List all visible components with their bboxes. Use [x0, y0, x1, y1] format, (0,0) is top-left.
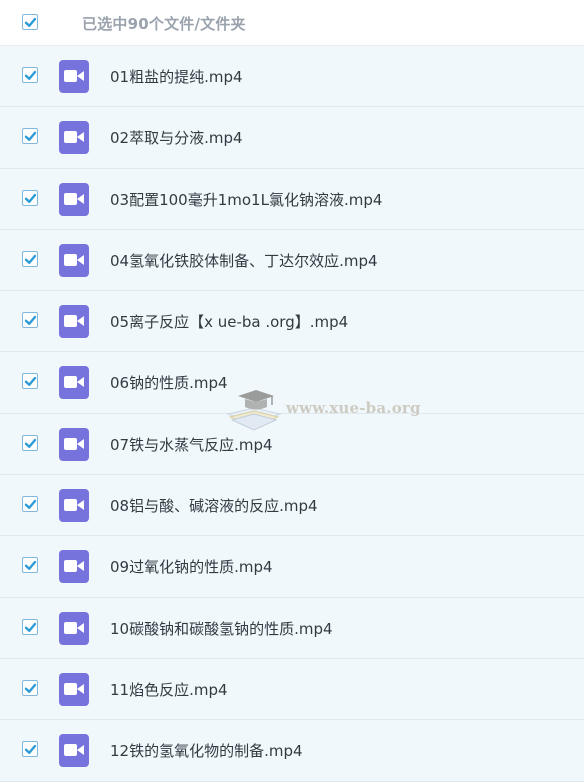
file-name[interactable]: 11焰色反应.mp4	[110, 679, 228, 700]
file-name[interactable]: 12铁的氢氧化物的制备.mp4	[110, 740, 303, 761]
video-file-icon	[59, 182, 89, 216]
file-checkbox[interactable]	[22, 67, 38, 83]
file-checkbox[interactable]	[22, 312, 38, 329]
file-name[interactable]: 03配置100毫升1mo1L氯化钠溶液.mp4	[110, 189, 382, 210]
file-checkbox[interactable]	[22, 557, 38, 574]
checkmark-icon	[24, 315, 37, 326]
file-row[interactable]: 11焰色反应.mp4	[0, 658, 584, 721]
file-name[interactable]: 09过氧化钠的性质.mp4	[110, 556, 273, 577]
file-row[interactable]: 03配置100毫升1mo1L氯化钠溶液.mp4	[0, 168, 584, 230]
checkmark-icon	[24, 561, 37, 571]
graduation-cap-book-icon	[226, 390, 282, 431]
file-row[interactable]: 05离子反应【x ue-ba .org】.mp4	[0, 291, 584, 353]
checkmark-icon	[24, 745, 37, 755]
file-checkbox[interactable]	[22, 741, 38, 758]
file-row[interactable]: 08铝与酸、碱溶液的反应.mp4	[0, 475, 584, 537]
video-file-icon	[59, 60, 89, 93]
checkmark-icon	[24, 377, 37, 387]
file-checkbox[interactable]	[22, 128, 38, 145]
file-name[interactable]: 06钠的性质.mp4	[110, 372, 228, 393]
checkmark-icon	[24, 17, 37, 27]
checkmark-icon	[24, 70, 37, 80]
video-file-icon	[59, 611, 89, 645]
checkmark-icon	[24, 132, 37, 142]
video-file-icon	[59, 121, 89, 155]
file-row[interactable]: 12铁的氢氧化物的制备.mp4	[0, 720, 584, 782]
file-row[interactable]: 04氢氧化铁胶体制备、丁达尔效应.mp4	[0, 229, 584, 292]
file-checkbox[interactable]	[22, 250, 38, 267]
watermark: www.xue-ba.org	[224, 384, 424, 432]
watermark-text: www.xue-ba.org	[286, 399, 421, 417]
video-file-icon	[59, 243, 89, 277]
selection-header: 已选中90个文件/文件夹	[0, 0, 584, 46]
file-name[interactable]: 01粗盐的提纯.mp4	[110, 66, 243, 87]
file-checkbox[interactable]	[22, 618, 38, 635]
video-file-icon	[59, 427, 89, 461]
file-checkbox[interactable]	[22, 496, 38, 513]
file-row[interactable]: 09过氧化钠的性质.mp4	[0, 536, 584, 598]
file-name[interactable]: 08铝与酸、碱溶液的反应.mp4	[110, 495, 318, 516]
checkmark-icon	[24, 254, 37, 264]
file-name[interactable]: 02萃取与分液.mp4	[110, 127, 243, 148]
file-row[interactable]: 01粗盐的提纯.mp4	[0, 46, 584, 108]
video-file-icon	[59, 672, 89, 706]
file-name[interactable]: 05离子反应【x ue-ba .org】.mp4	[110, 311, 348, 332]
video-file-icon	[59, 734, 89, 768]
video-file-icon	[59, 550, 89, 584]
checkmark-icon	[24, 683, 37, 693]
video-file-icon	[59, 305, 89, 339]
video-file-icon	[59, 366, 89, 400]
file-name[interactable]: 07铁与水蒸气反应.mp4	[110, 434, 273, 455]
file-checkbox[interactable]	[22, 434, 38, 451]
file-row[interactable]: 02萃取与分液.mp4	[0, 107, 584, 169]
select-all-checkbox[interactable]	[22, 14, 38, 30]
file-checkbox[interactable]	[22, 373, 38, 390]
checkmark-icon	[24, 622, 37, 632]
file-checkbox[interactable]	[22, 679, 38, 696]
file-row[interactable]: 10碳酸钠和碳酸氢钠的性质.mp4	[0, 597, 584, 659]
selection-count-text: 已选中90个文件/文件夹	[82, 15, 246, 33]
file-name[interactable]: 10碳酸钠和碳酸氢钠的性质.mp4	[110, 618, 333, 639]
file-name[interactable]: 04氢氧化铁胶体制备、丁达尔效应.mp4	[110, 250, 378, 271]
file-checkbox[interactable]	[22, 189, 38, 206]
checkmark-icon	[24, 193, 37, 203]
video-file-icon	[59, 489, 89, 523]
checkmark-icon	[24, 438, 37, 448]
checkmark-icon	[24, 499, 37, 510]
